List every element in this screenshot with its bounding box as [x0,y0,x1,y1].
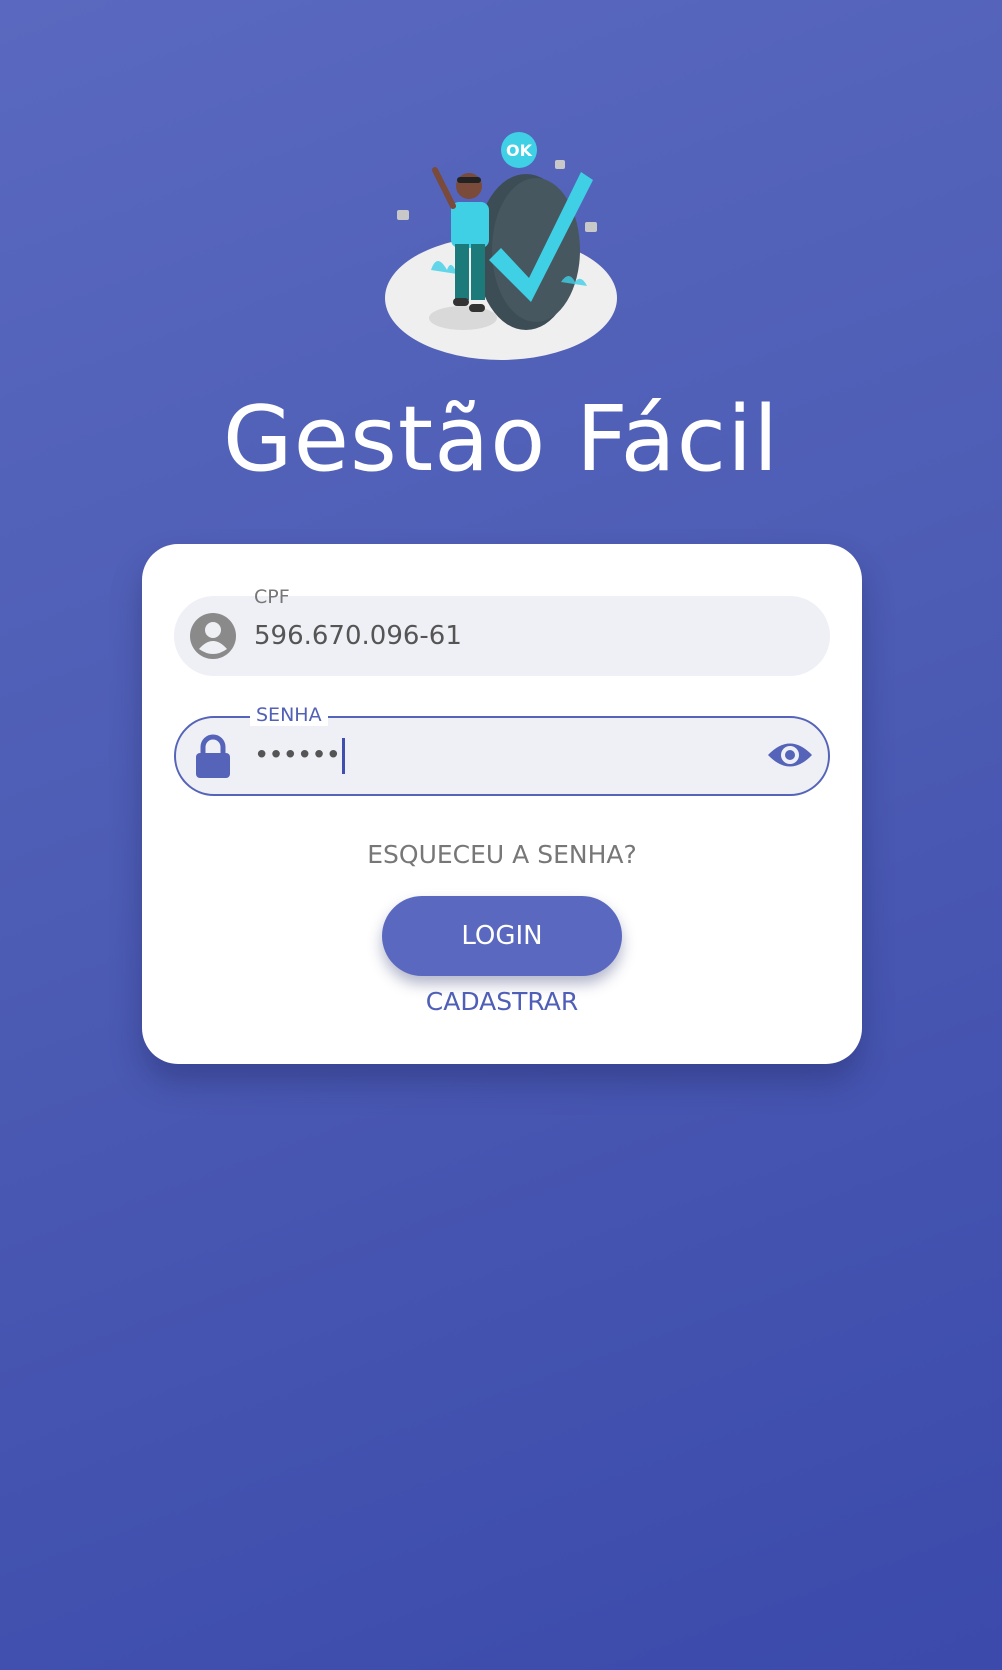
hero-illustration: OK [0,130,1002,370]
eye-icon[interactable] [766,738,814,776]
text-caret [342,738,346,774]
cpf-label: CPF [254,586,290,608]
register-link[interactable]: CADASTRAR [142,987,862,1016]
app-title: Gestão Fácil [222,387,780,492]
lock-icon [194,734,232,782]
senha-field[interactable]: SENHA •••••• [174,704,830,796]
senha-masked-value: •••••• [254,740,341,771]
login-button[interactable]: LOGIN [382,896,622,976]
cpf-field[interactable]: CPF 596.670.096-61 [174,586,830,676]
login-card: CPF 596.670.096-61 SENHA •••••• ESQUECEU… [142,544,862,1064]
person-circle-icon [190,613,236,663]
cpf-input[interactable]: 596.670.096-61 [254,620,462,652]
forgot-password-link[interactable]: ESQUECEU A SENHA? [142,840,862,869]
success-illustration: OK [385,132,617,360]
senha-input[interactable]: •••••• [254,738,346,774]
ok-bubble-text: OK [506,141,533,160]
senha-label: SENHA [250,704,328,726]
